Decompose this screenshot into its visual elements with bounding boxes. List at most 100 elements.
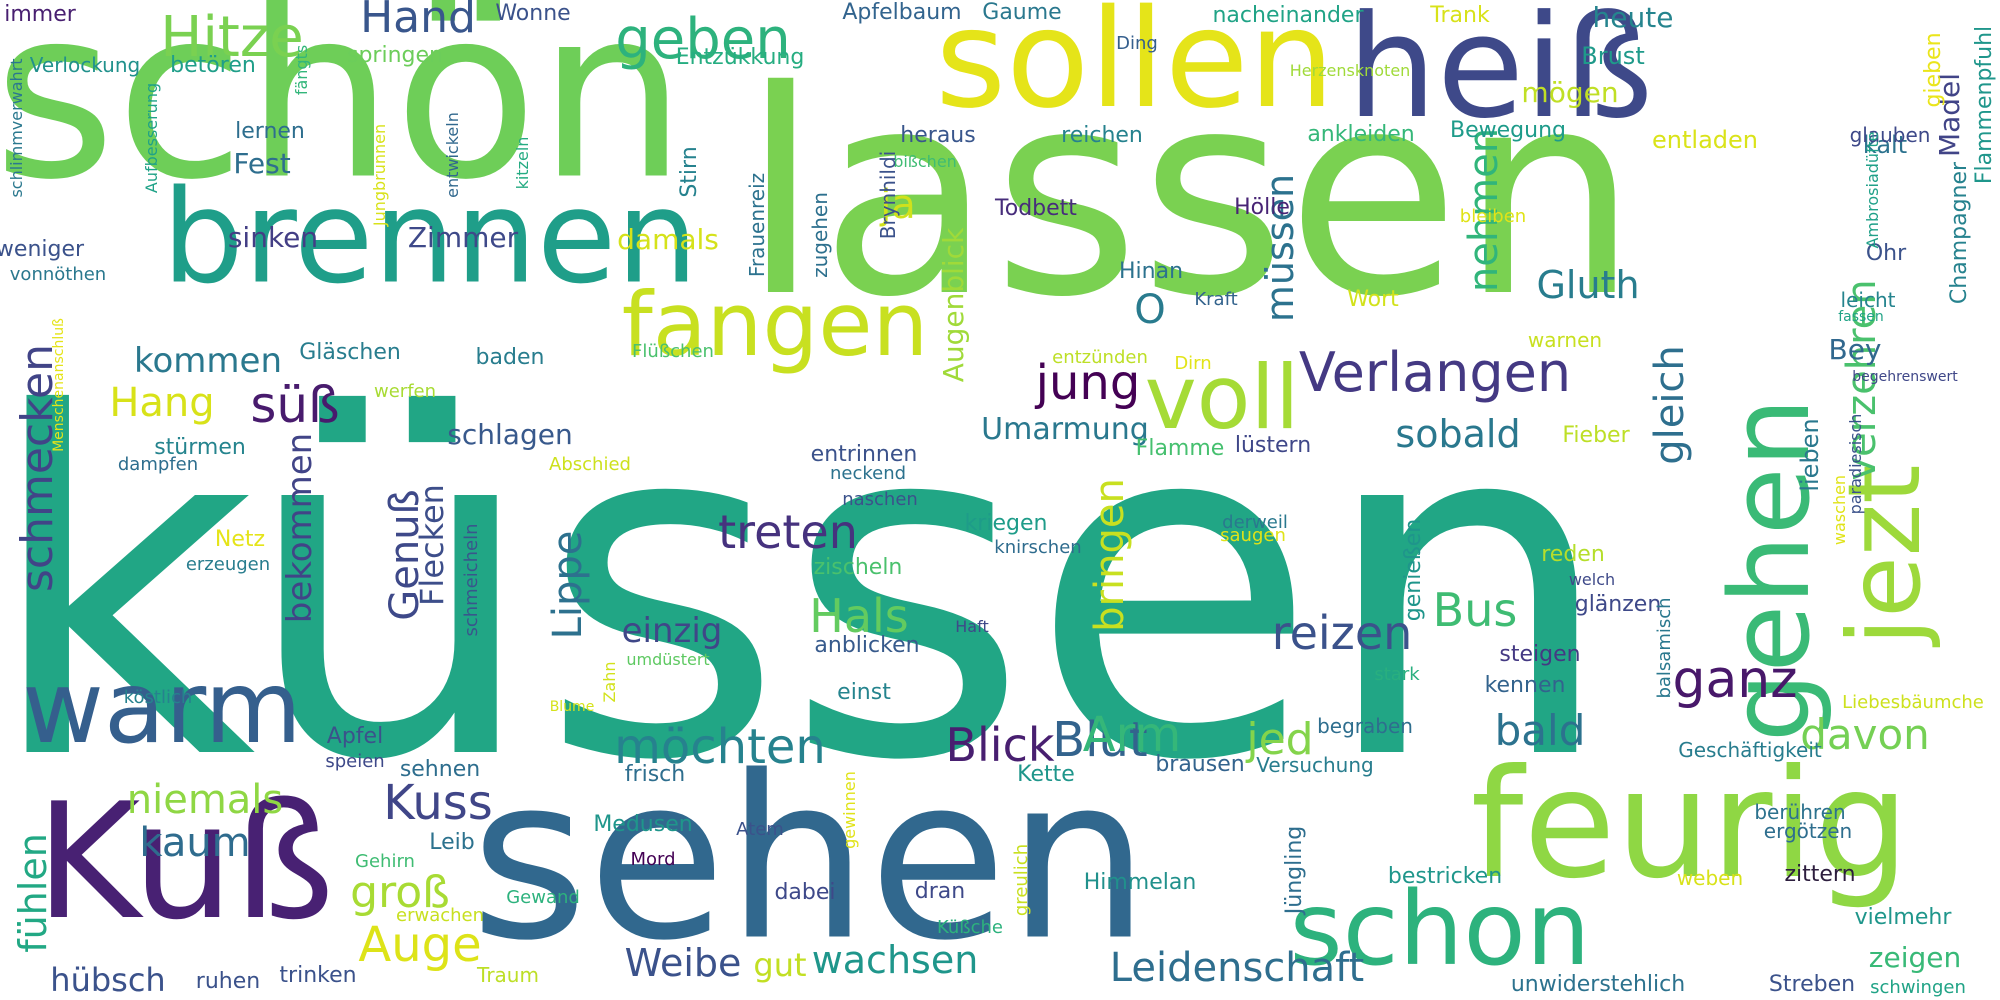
- word-trank: Trank: [1430, 3, 1490, 28]
- word-apfel: Apfel: [326, 724, 384, 749]
- word-werfen: werfen: [373, 381, 437, 402]
- word-traum: Traum: [477, 963, 539, 987]
- word-verlangen: Verlangen: [1298, 341, 1572, 404]
- word-sehnen: sehnen: [399, 757, 481, 782]
- word-erwachen: erwachen: [395, 905, 485, 926]
- word-warm: warm: [22, 649, 302, 766]
- word-zeigen: zeigen: [1868, 941, 1962, 974]
- word-leidenschaft: Leidenschaft: [1109, 945, 1365, 991]
- word-flecken: Flecken: [413, 484, 451, 606]
- word-mögen: mögen: [1521, 76, 1619, 109]
- word-dabei: dabei: [774, 880, 836, 905]
- word-lippe: Lippe: [545, 530, 591, 640]
- word-frauenreiz: Frauenreiz: [745, 172, 769, 278]
- word-reden: reden: [1541, 542, 1605, 567]
- word-stark: stark: [1374, 664, 1420, 685]
- word-frisch: frisch: [624, 762, 686, 787]
- word-geschäftigkeit: Geschäftigkeit: [1678, 738, 1822, 762]
- word-ruhen: ruhen: [195, 969, 261, 994]
- word-paradiesisch: paradiesisch: [1846, 413, 1865, 515]
- word-auge: Auge: [358, 917, 482, 973]
- word-steigen: steigen: [1499, 642, 1581, 667]
- word-flammenpfuhl: Flammenpfuhl: [1972, 25, 1997, 185]
- word-mord: Mord: [630, 849, 676, 870]
- word-glauben: glauben: [1849, 123, 1931, 147]
- word-nacheinander: nacheinander: [1212, 3, 1364, 28]
- word-hölle: Hölle: [1234, 195, 1290, 220]
- word-kriegen: kriegen: [964, 511, 1048, 536]
- word-versuchung: Versuchung: [1256, 753, 1374, 777]
- word-himmelan: Himmelan: [1083, 870, 1197, 895]
- word-einst: einst: [837, 680, 891, 705]
- word-liebesbäumche: Liebesbäumche: [1842, 692, 1984, 713]
- word-begraben: begraben: [1317, 714, 1413, 738]
- word-bey: Bey: [1828, 333, 1882, 366]
- word-gläschen: Gläschen: [299, 340, 401, 365]
- word-fühlen: fühlen: [11, 833, 55, 953]
- word-o: O: [1134, 287, 1166, 333]
- word-herzensknoten: Herzensknoten: [1289, 61, 1411, 80]
- word-treten: treten: [718, 505, 858, 559]
- word-menschenanschluß: Menschenanschluß: [51, 318, 67, 452]
- word-anblicken: anblicken: [814, 633, 920, 658]
- word-unwiderstehlich: unwiderstehlich: [1510, 972, 1686, 997]
- word-zugehen: zugehen: [808, 192, 832, 278]
- word-lernen: lernen: [235, 119, 305, 144]
- word-immer: immer: [4, 2, 76, 27]
- word-springen: springen: [347, 43, 443, 68]
- word-heute: heute: [1592, 1, 1674, 34]
- word-augenblick: Augenblick: [937, 227, 970, 383]
- word-zittern: zittern: [1784, 862, 1856, 887]
- word-bewegung: Bewegung: [1450, 118, 1566, 143]
- word-reichen: reichen: [1061, 123, 1143, 148]
- word-weibe: Weibe: [624, 941, 742, 985]
- word-kraft: Kraft: [1194, 289, 1238, 310]
- word-wort: Wort: [1347, 287, 1399, 312]
- word-voll: voll: [1144, 346, 1300, 449]
- word-ankleiden: ankleiden: [1307, 122, 1415, 147]
- word-süß: süß: [250, 376, 340, 434]
- word-köstlich: köstlich: [123, 687, 193, 708]
- word-umdüstert: umdüstert: [626, 650, 710, 669]
- word-entwickeln: entwickeln: [443, 112, 462, 198]
- word-weniger: weniger: [0, 237, 85, 262]
- word-gewinnen: gewinnen: [840, 771, 859, 849]
- word-gleich: gleich: [1647, 345, 1693, 465]
- word-bald: bald: [1494, 706, 1586, 755]
- word-neckend: neckend: [829, 463, 907, 484]
- word-zimmer: Zimmer: [407, 221, 519, 254]
- word-jungbrunnen: Jungbrunnen: [370, 123, 389, 227]
- word-ding: Ding: [1116, 33, 1158, 54]
- word-weben: weben: [1676, 866, 1744, 890]
- word-fieber: Fieber: [1562, 423, 1630, 448]
- word-blume: Blume: [549, 699, 595, 715]
- word-kommen: kommen: [134, 341, 282, 381]
- word-hinan: Hinan: [1118, 259, 1184, 284]
- word-speien: speien: [325, 751, 385, 772]
- word-flüßchen: Flüßchen: [632, 341, 714, 362]
- word-greulich: greulich: [1011, 843, 1032, 917]
- word-gut: gut: [753, 946, 807, 984]
- word-brynhildi: Brynhildi: [876, 150, 900, 240]
- word-bestricken: bestricken: [1387, 864, 1503, 889]
- word-leib: Leib: [429, 830, 475, 855]
- word-hang: Hang: [109, 380, 215, 426]
- word-aufbesserung: Aufbesserung: [142, 82, 161, 194]
- word-kuss: Kuss: [383, 775, 493, 831]
- word-heraus: heraus: [900, 123, 976, 148]
- word-gieben: gieben: [1921, 32, 1946, 108]
- word-reizen: reizen: [1271, 606, 1413, 660]
- word-streben: Streben: [1768, 972, 1856, 997]
- word-netz: Netz: [214, 527, 266, 552]
- word-brausen: brausen: [1155, 752, 1245, 777]
- word-fassen: fassen: [1838, 309, 1884, 325]
- word-einzig: einzig: [621, 611, 723, 651]
- word-bus: Bus: [1432, 583, 1518, 637]
- word-küßche: Küßche: [936, 917, 1004, 938]
- word-medusen: Medusen: [593, 812, 693, 837]
- word-vonnöthen: vonnöthen: [9, 264, 107, 285]
- word-haft: Haft: [955, 617, 989, 636]
- word-schmeicheln: schmeicheln: [461, 523, 482, 637]
- word-flamme: Flamme: [1135, 436, 1225, 461]
- word-baden: baden: [475, 345, 545, 370]
